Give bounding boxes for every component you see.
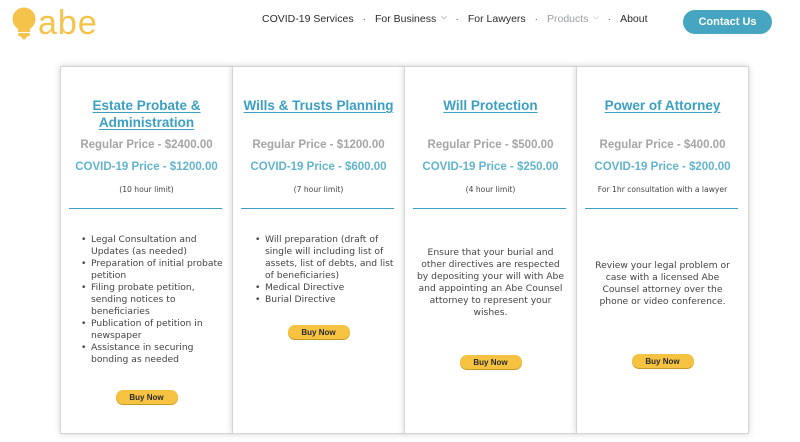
feature-list: Legal Consultation and Updates (as neede… [81, 234, 224, 366]
consultation-note: For 1hr consultation with a lawyer [597, 185, 728, 194]
card-title-link[interactable]: Wills & Trusts Planning [241, 97, 396, 114]
logo-wordmark: abe [38, 4, 98, 42]
nav-for-lawyers-label: For Lawyers [467, 13, 526, 25]
covid-price: COVID-19 Price - $600.00 [250, 161, 387, 173]
divider [585, 208, 738, 209]
buy-now-button[interactable]: Buy Now [287, 325, 350, 339]
regular-price: Regular Price - $2400.00 [80, 139, 213, 151]
regular-price: Regular Price - $500.00 [427, 139, 554, 151]
feature-item: Filing probate petition, sending notices… [81, 282, 224, 318]
lightbulb-logo-icon [8, 6, 40, 40]
nav-products[interactable]: Products ⌵ [547, 13, 599, 25]
card-title-link[interactable]: Estate Probate & Administration [69, 97, 224, 131]
nav-covid-services[interactable]: COVID-19 Services [262, 13, 354, 25]
product-description: Ensure that your burial and other direct… [416, 247, 565, 318]
product-card-will-protection: Will Protection Regular Price - $500.00 … [404, 66, 577, 434]
nav-separator: · [455, 13, 459, 25]
covid-price: COVID-19 Price - $200.00 [594, 161, 731, 173]
nav-for-business[interactable]: For Business ⌵ [375, 13, 447, 25]
product-card-wills-trusts: Wills & Trusts Planning Regular Price - … [232, 66, 405, 434]
buy-now-button[interactable]: Buy Now [459, 355, 522, 369]
divider [69, 208, 222, 209]
nav-covid-services-label: COVID-19 Services [262, 13, 354, 25]
covid-price: COVID-19 Price - $250.00 [422, 161, 559, 173]
card-title-link[interactable]: Power of Attorney [585, 97, 740, 114]
nav-separator: · [607, 13, 612, 25]
feature-item: Legal Consultation and Updates (as neede… [81, 234, 224, 258]
feature-item: Burial Directive [255, 294, 396, 306]
regular-price: Regular Price - $1200.00 [252, 139, 385, 151]
nav-about[interactable]: About [620, 13, 647, 25]
buy-now-button[interactable]: Buy Now [631, 354, 694, 368]
product-card-estate-probate: Estate Probate & Administration Regular … [60, 66, 233, 434]
product-card-power-of-attorney: Power of Attorney Regular Price - $400.0… [576, 66, 749, 434]
nav-for-business-label: For Business [374, 13, 437, 25]
nav-products-label: Products [547, 13, 589, 25]
product-cards: Estate Probate & Administration Regular … [60, 66, 751, 434]
feature-item: Assistance in securing bonding as needed [81, 342, 224, 366]
card-title-link[interactable]: Will Protection [413, 97, 568, 114]
abe-logo[interactable]: abe [8, 6, 98, 40]
hour-limit: (10 hour limit) [119, 185, 174, 194]
feature-item: Publication of petition in newspaper [81, 318, 224, 342]
feature-list: Will preparation (draft of single will i… [255, 234, 396, 306]
hour-limit: (7 hour limit) [293, 185, 344, 194]
top-navigation: COVID-19 Services · For Business ⌵ · For… [262, 13, 648, 25]
feature-item: Will preparation (draft of single will i… [255, 234, 396, 282]
nav-separator: · [534, 13, 538, 25]
chevron-down-icon: ⌵ [593, 14, 599, 21]
nav-for-lawyers[interactable]: For Lawyers [468, 13, 526, 25]
hour-limit: (4 hour limit) [465, 185, 516, 194]
nav-about-label: About [620, 13, 648, 25]
buy-now-button[interactable]: Buy Now [115, 390, 178, 404]
feature-item: Preparation of initial probate petition [81, 258, 224, 282]
contact-us-button[interactable]: Contact Us [683, 10, 772, 34]
divider [241, 208, 394, 209]
nav-separator: · [362, 13, 366, 25]
regular-price: Regular Price - $400.00 [599, 139, 726, 151]
product-description: Review your legal problem or case with a… [595, 260, 730, 307]
feature-item: Medical Directive [255, 282, 396, 294]
covid-price: COVID-19 Price - $1200.00 [75, 161, 218, 173]
chevron-down-icon: ⌵ [441, 14, 447, 21]
divider [413, 208, 566, 209]
